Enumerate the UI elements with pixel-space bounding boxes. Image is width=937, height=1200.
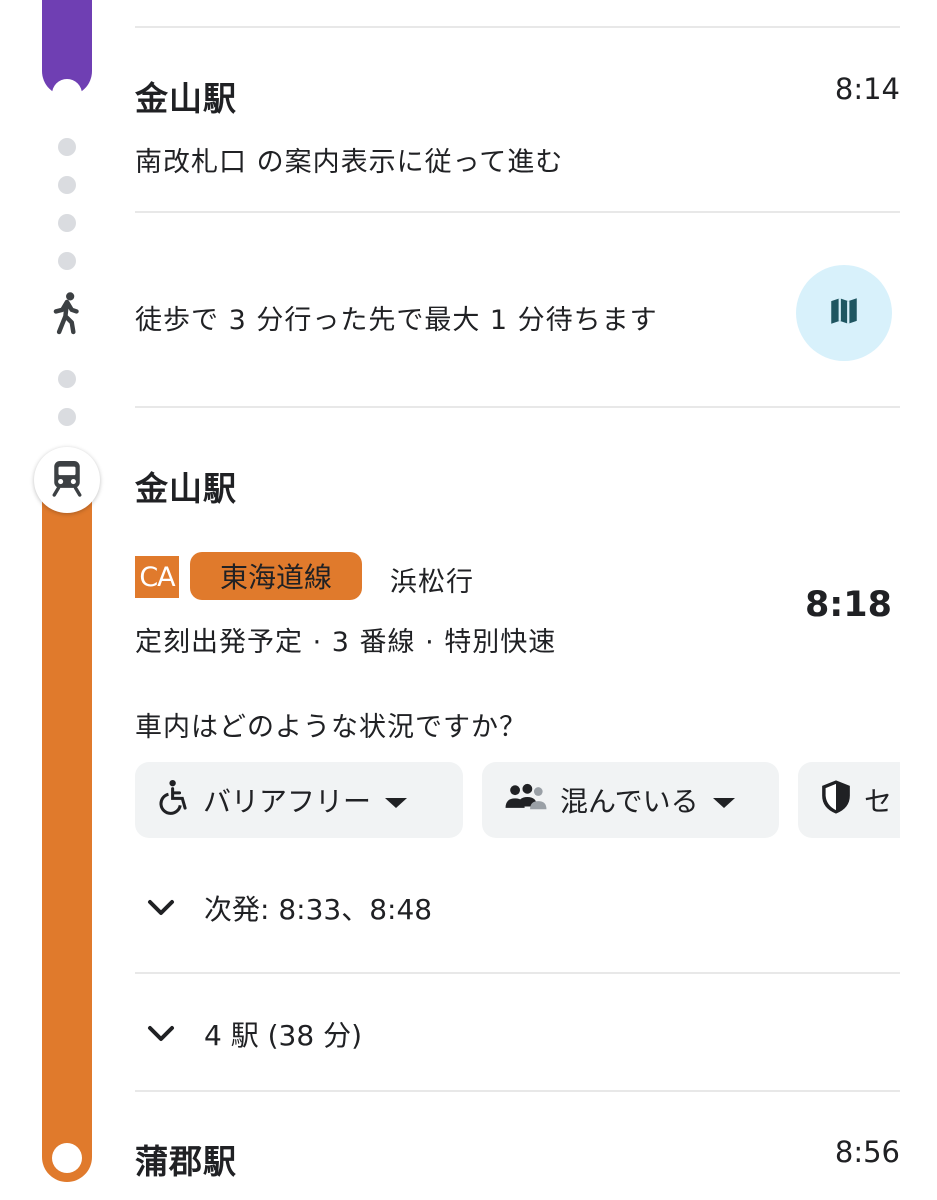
station-name[interactable]: 蒲郡駅 — [135, 1135, 237, 1183]
line-name: 東海道線 — [220, 561, 333, 594]
shield-icon — [820, 779, 852, 822]
chevron-down-icon — [711, 784, 737, 817]
walk-dot — [58, 370, 76, 388]
divider — [135, 26, 900, 28]
divider — [135, 211, 900, 213]
map-icon — [827, 294, 861, 332]
line-name-badge: 東海道線 — [190, 552, 363, 600]
chevron-down-icon — [383, 784, 409, 817]
walk-dot — [58, 252, 76, 270]
crowdedness-chip[interactable]: 混んでいる — [482, 762, 779, 838]
map-button[interactable] — [796, 265, 892, 361]
walk-dot — [58, 214, 76, 232]
walk-dot — [58, 138, 76, 156]
accessibility-chip[interactable]: バリアフリー — [135, 762, 463, 838]
chevron-down-icon — [146, 892, 176, 925]
chip-label: 混んでいる — [560, 785, 699, 818]
intermediate-stops-toggle[interactable]: 4 駅 (38 分) — [146, 1014, 362, 1054]
stop-marker — [52, 1143, 82, 1173]
train-marker — [34, 447, 100, 513]
divider — [135, 406, 900, 408]
walking-instruction: 南改札口 の案内表示に従って進む — [135, 147, 564, 178]
line-code-badge: CA — [135, 556, 179, 598]
line-code: CA — [139, 561, 175, 593]
divider — [135, 972, 900, 974]
chip-label: バリアフリー — [203, 785, 372, 818]
next-departures: 次発: 8:33、8:48 — [204, 893, 433, 926]
people-icon — [504, 782, 548, 819]
next-departures-toggle[interactable]: 次発: 8:33、8:48 — [146, 888, 432, 928]
chevron-down-icon — [146, 1018, 176, 1051]
crowd-question: 車内はどのような状況ですか？ — [135, 712, 527, 743]
walk-dot — [58, 408, 76, 426]
departure-details: 定刻出発予定 · 3 番線 · 特別快速 — [135, 627, 557, 658]
walk-summary: 徒歩で 3 分行った先で最大 1 分待ちます — [135, 305, 658, 336]
station-name[interactable]: 金山駅 — [135, 72, 237, 120]
safety-chip[interactable]: セ — [798, 762, 900, 838]
destination: 浜松行 — [390, 567, 474, 598]
departure-time: 8:18 — [804, 585, 892, 625]
arrival-time: 8:56 — [834, 1135, 900, 1169]
chip-label: セ — [864, 785, 893, 818]
train-icon — [50, 459, 84, 501]
wheelchair-icon — [157, 779, 191, 822]
divider — [135, 1090, 900, 1092]
station-name[interactable]: 金山駅 — [135, 462, 237, 510]
stop-marker — [52, 79, 82, 109]
arrival-time: 8:14 — [834, 72, 900, 106]
stops-summary: 4 駅 (38 分) — [204, 1019, 362, 1052]
walk-dot — [58, 176, 76, 194]
route-line-orange — [42, 470, 92, 1182]
walking-person-icon — [48, 290, 86, 340]
